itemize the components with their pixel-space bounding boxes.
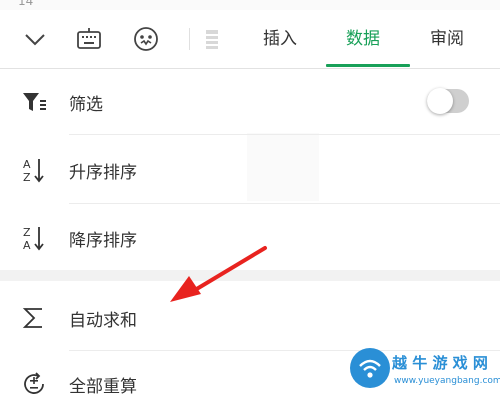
row-number: 14 [18, 0, 34, 8]
toggle-knob [427, 88, 453, 114]
tab-review[interactable]: 审阅 [430, 26, 464, 52]
menu-item-label: 升序排序 [69, 163, 137, 183]
menu-item-filter[interactable]: 筛选 [0, 68, 500, 136]
smiley-icon[interactable] [131, 24, 161, 54]
recalculate-icon [20, 370, 48, 398]
svg-text:Z: Z [23, 226, 31, 239]
format-icon[interactable] [196, 24, 226, 54]
menu-item-label: 降序排序 [69, 231, 137, 251]
svg-text:Z: Z [23, 171, 31, 184]
pointer-arrow-icon [170, 246, 267, 302]
watermark-title: 越 牛 游 戏 网 [392, 354, 488, 372]
chevron-down-icon[interactable] [20, 24, 50, 54]
active-tab-indicator [326, 64, 410, 67]
toolbar-separator [189, 28, 190, 50]
menu-item-label: 全部重算 [69, 377, 137, 397]
sort-ascending-icon: A Z [20, 156, 48, 184]
svg-text:A: A [23, 239, 31, 252]
watermark-logo-icon [350, 348, 390, 388]
tab-insert[interactable]: 插入 [263, 26, 297, 52]
ribbon-toolbar: 插入 数据 审阅 [0, 10, 500, 69]
menu-item-label: 自动求和 [69, 311, 137, 331]
svg-text:A: A [23, 158, 31, 171]
menu-item-sort-ascending[interactable]: A Z 升序排序 [0, 136, 500, 204]
watermark-url: www.yueyangbang.com [394, 376, 500, 386]
tab-data[interactable]: 数据 [346, 26, 380, 52]
filter-icon [20, 88, 48, 116]
sort-descending-icon: Z A [20, 224, 48, 252]
menu-divider [69, 134, 500, 135]
sigma-icon [20, 304, 48, 332]
menu-item-label: 筛选 [69, 95, 103, 115]
keyboard-icon[interactable] [74, 24, 104, 54]
filter-toggle[interactable] [427, 88, 469, 114]
site-watermark: 越 牛 游 戏 网 www.yueyangbang.com [350, 348, 500, 400]
